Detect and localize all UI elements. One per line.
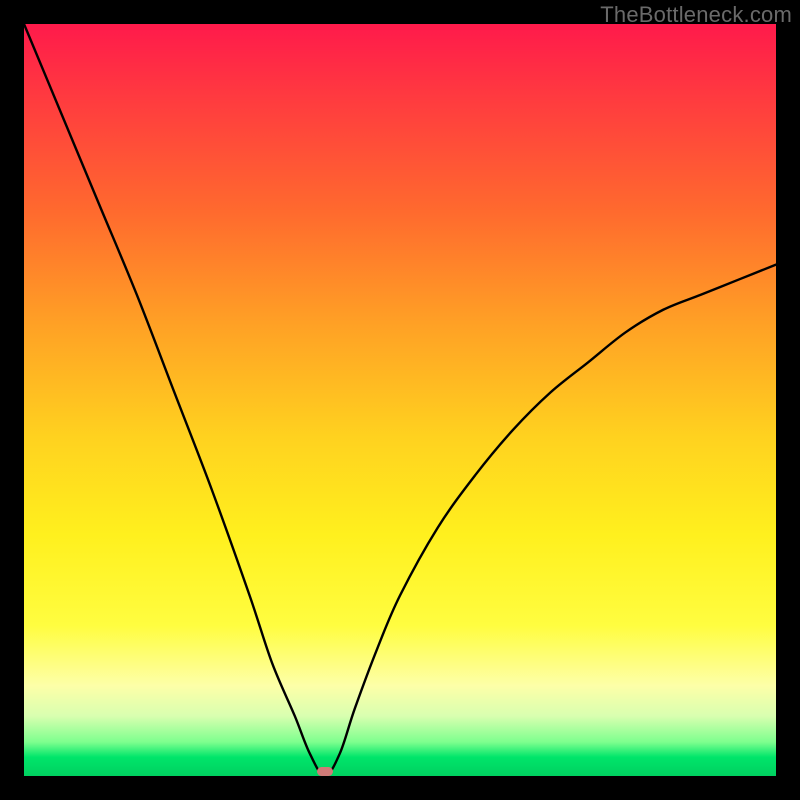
chart-frame: TheBottleneck.com	[0, 0, 800, 800]
bottleneck-curve	[24, 24, 776, 776]
plot-area	[24, 24, 776, 776]
optimal-marker	[317, 767, 333, 776]
curve-path	[24, 24, 776, 776]
